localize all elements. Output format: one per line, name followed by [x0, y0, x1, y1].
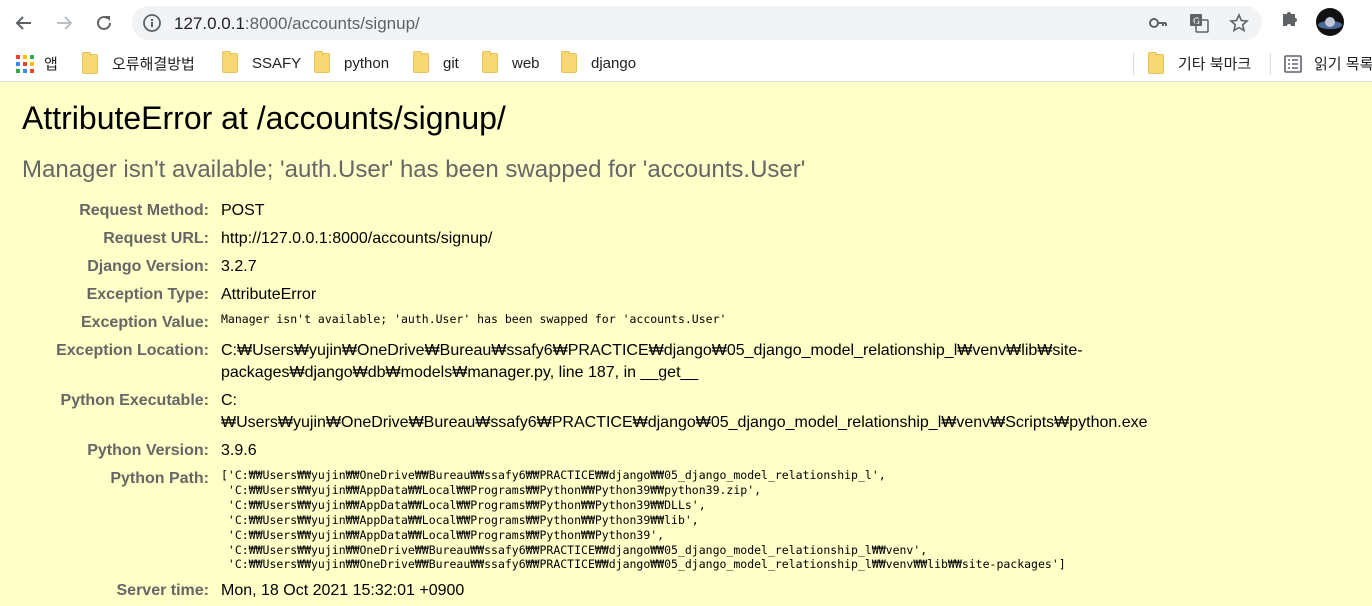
- error-summary: Manager isn't available; 'auth.User' has…: [22, 156, 806, 183]
- browser-chrome: 127.0.0.1:8000/accounts/signup/ G 앱 오류해결…: [0, 0, 1372, 82]
- bookmark-label: 앱: [44, 56, 58, 73]
- bookmark-label: 기타 북마크: [1178, 56, 1252, 73]
- bookmark-label: SSAFY: [252, 54, 302, 72]
- apps-shortcut[interactable]: 앱: [16, 53, 58, 74]
- error-title: AttributeError at /accounts/signup/: [22, 100, 506, 136]
- address-bar[interactable]: 127.0.0.1:8000/accounts/signup/ G: [132, 6, 1262, 40]
- bookmark-folder-python[interactable]: python: [314, 51, 390, 73]
- meta-row-request-method: Request Method: POST: [22, 198, 1148, 226]
- folder-icon: [561, 51, 577, 73]
- meta-row-django-version: Django Version: 3.2.7: [22, 254, 1148, 282]
- folder-icon: [413, 51, 429, 73]
- bookmark-label: python: [344, 54, 390, 72]
- bookmark-folder-오류해결방법[interactable]: 오류해결방법: [82, 51, 195, 74]
- meta-row-python-version: Python Version: 3.9.6: [22, 438, 1148, 466]
- meta-row-exception-value: Exception Value: Manager isn't available…: [22, 310, 1148, 338]
- bookmark-label: web: [512, 54, 540, 72]
- apps-grid-icon: [16, 54, 34, 73]
- bookmark-label: 오류해결방법: [112, 56, 195, 73]
- bookmark-folder-other[interactable]: 기타 북마크: [1148, 51, 1252, 74]
- meta-value: C:₩Users₩yujin₩OneDrive₩Bureau₩ssafy6₩PR…: [221, 342, 1083, 381]
- bookmark-label: git: [443, 54, 459, 72]
- info-icon[interactable]: [142, 13, 162, 33]
- meta-value: AttributeError: [221, 286, 317, 303]
- bookmark-separator: [1133, 53, 1134, 75]
- reload-button[interactable]: [89, 8, 119, 38]
- folder-icon: [482, 51, 498, 73]
- bookmarks-bar: 앱 오류해결방법 SSAFY python git web django 기타 …: [0, 45, 1372, 82]
- url-text[interactable]: 127.0.0.1:8000/accounts/signup/: [174, 14, 420, 34]
- translate-icon[interactable]: G: [1189, 13, 1209, 33]
- bookmark-star-icon[interactable]: [1229, 13, 1249, 33]
- folder-icon: [82, 51, 98, 74]
- url-host: 127.0.0.1: [174, 14, 245, 33]
- reading-list-icon: [1284, 54, 1302, 73]
- meta-value: POST: [221, 202, 265, 219]
- back-arrow-icon: [15, 16, 31, 30]
- meta-label: Request Method:: [79, 202, 209, 219]
- meta-value: Mon, 18 Oct 2021 15:32:01 +0900: [221, 582, 465, 600]
- meta-label: Exception Location:: [56, 342, 209, 359]
- meta-value: 3.2.7: [221, 258, 257, 275]
- meta-row-python-path: Python Path: ['C:₩₩Users₩₩yujin₩₩OneDriv…: [22, 466, 1148, 578]
- meta-row-exception-type: Exception Type: AttributeError: [22, 282, 1148, 310]
- meta-label: Django Version:: [87, 258, 209, 275]
- meta-label: Server time:: [116, 582, 210, 600]
- reading-list-button[interactable]: 읽기 목록: [1284, 53, 1372, 74]
- bookmark-folder-git[interactable]: git: [413, 51, 459, 73]
- meta-label: Python Version:: [87, 442, 209, 459]
- meta-row-python-executable: Python Executable: C:₩Users₩yujin₩OneDri…: [22, 388, 1148, 438]
- meta-value: 3.9.6: [221, 442, 257, 459]
- url-path: :8000/accounts/signup/: [244, 14, 420, 33]
- meta-value: ['C:₩₩Users₩₩yujin₩₩OneDrive₩₩Bureau₩₩ss…: [221, 468, 1066, 572]
- key-icon[interactable]: [1148, 13, 1168, 33]
- browser-toolbar: 127.0.0.1:8000/accounts/signup/ G: [0, 0, 1372, 45]
- meta-row-server-time: Server time: Mon, 18 Oct 2021 15:32:01 +…: [22, 578, 1148, 606]
- meta-label: Exception Type:: [86, 286, 209, 303]
- folder-icon: [1148, 51, 1164, 74]
- bookmark-folder-ssafy[interactable]: SSAFY: [222, 51, 302, 73]
- forward-button[interactable]: [49, 8, 79, 38]
- meta-label: Python Executable:: [60, 392, 209, 409]
- profile-avatar[interactable]: [1316, 8, 1344, 36]
- reload-icon: [97, 15, 111, 30]
- meta-value: http://127.0.0.1:8000/accounts/signup/: [221, 230, 493, 247]
- reading-list-label: 읽기 목록: [1314, 56, 1372, 73]
- request-meta-table: Request Method: POST Request URL: http:/…: [22, 198, 1148, 606]
- meta-row-exception-location: Exception Location: C:₩Users₩yujin₩OneDr…: [22, 338, 1148, 388]
- meta-row-request-url: Request URL: http://127.0.0.1:8000/accou…: [22, 226, 1148, 254]
- folder-icon: [314, 51, 330, 73]
- bookmark-folder-web[interactable]: web: [482, 51, 540, 73]
- folder-icon: [222, 51, 238, 73]
- back-button[interactable]: [9, 8, 39, 38]
- meta-label: Request URL:: [103, 230, 209, 247]
- forward-arrow-icon: [57, 16, 73, 30]
- bookmark-label: django: [591, 54, 637, 72]
- meta-label: Exception Value:: [80, 314, 209, 331]
- bookmark-folder-django[interactable]: django: [561, 51, 637, 73]
- meta-label: Python Path:: [110, 470, 209, 487]
- meta-value: Manager isn't available; 'auth.User' has…: [221, 312, 727, 326]
- bookmark-separator: [1270, 53, 1271, 75]
- extensions-puzzle-icon[interactable]: [1279, 8, 1301, 35]
- meta-value: C:₩Users₩yujin₩OneDrive₩Bureau₩ssafy6₩PR…: [221, 392, 1148, 431]
